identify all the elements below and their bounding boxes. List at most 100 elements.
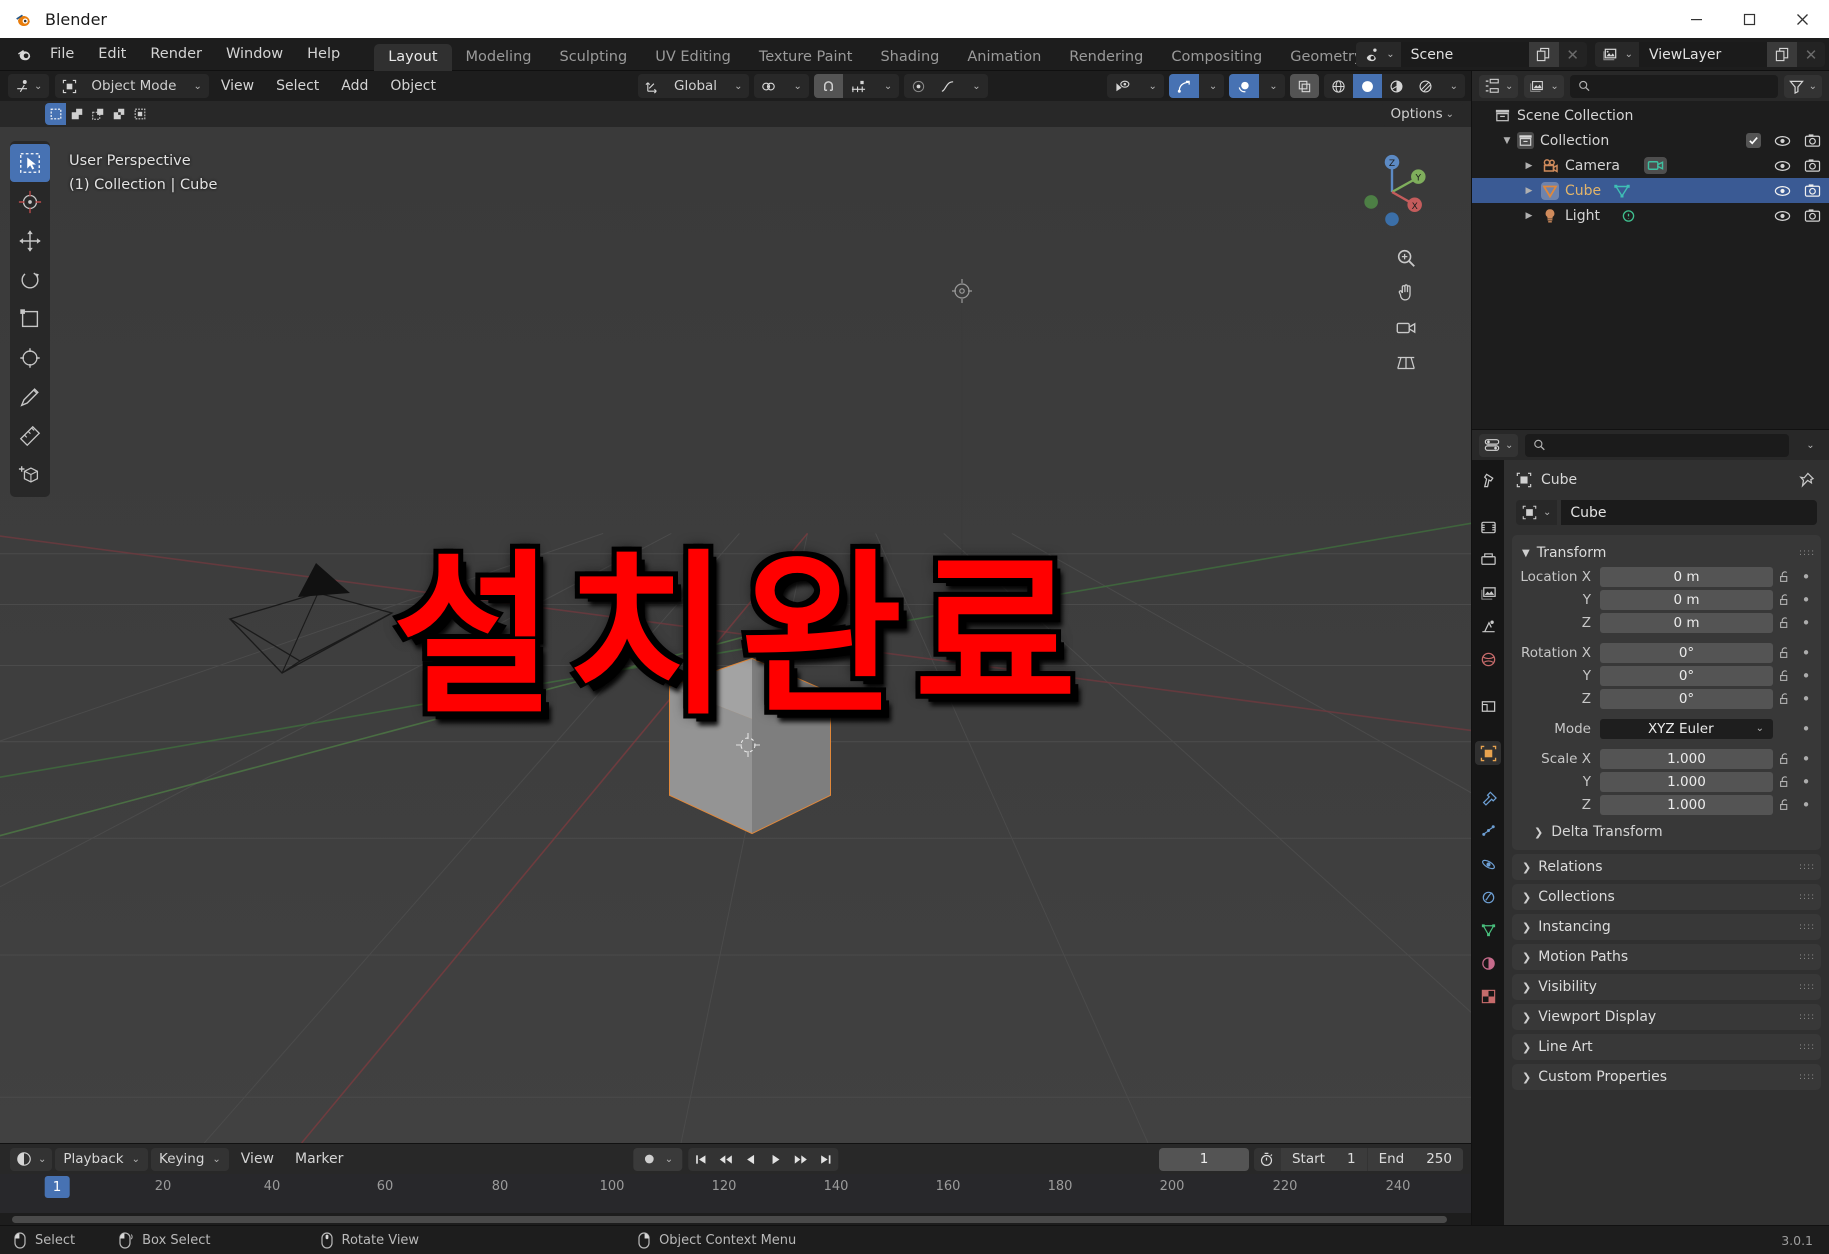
select-mode-subtract[interactable]	[87, 103, 108, 125]
menu-render[interactable]: Render	[139, 43, 213, 65]
tab-texture-paint[interactable]: Texture Paint	[745, 44, 867, 71]
transform-orientation-selector[interactable]: Global ⌄	[637, 74, 750, 98]
pivot-point-icon[interactable]	[754, 74, 783, 98]
tab-render-icon[interactable]	[1475, 515, 1501, 539]
select-mode-group[interactable]	[45, 103, 150, 125]
tab-world-icon[interactable]	[1475, 647, 1501, 671]
transform-orientation-label[interactable]: Global	[667, 74, 724, 98]
timeline-menu-marker[interactable]: Marker	[286, 1148, 352, 1170]
panel-custom-properties[interactable]: ❯ Custom Properties ::::	[1512, 1064, 1821, 1090]
next-keyframe-button[interactable]	[788, 1148, 813, 1171]
panel-instancing-header[interactable]: ❯ Instancing ::::	[1512, 914, 1821, 940]
location-y-field[interactable]: 0 m	[1600, 589, 1773, 610]
select-mode-extend[interactable]	[66, 103, 87, 125]
tab-material-icon[interactable]	[1475, 951, 1501, 975]
lock-icon[interactable]	[1773, 616, 1797, 630]
tab-view-layer-icon[interactable]	[1475, 581, 1501, 605]
play-reverse-button[interactable]	[738, 1148, 763, 1171]
x-icon[interactable]: ✕	[1797, 42, 1825, 67]
camera-icon[interactable]	[1804, 208, 1821, 223]
prev-keyframe-button[interactable]	[713, 1148, 738, 1171]
viewlayer-selector[interactable]: ⌄ ViewLayer ✕	[1594, 42, 1825, 67]
duplicate-icon[interactable]	[1528, 42, 1559, 67]
rotation-z-field[interactable]: 0°	[1600, 688, 1773, 709]
lock-icon[interactable]	[1773, 669, 1797, 683]
chevron-down-icon[interactable]: ⌄	[1440, 74, 1465, 98]
show-gizmo-icon[interactable]	[1107, 74, 1138, 98]
timeline-editor-icon[interactable]: ⌄	[10, 1147, 53, 1171]
annotate-icon[interactable]	[10, 378, 50, 416]
transform-icon[interactable]	[10, 339, 50, 377]
id-type-filter-icon[interactable]: ⌄	[1524, 74, 1564, 98]
object-type-icon[interactable]: ⌄	[1516, 500, 1558, 525]
close-icon[interactable]	[1776, 0, 1829, 38]
location-z-field[interactable]: 0 m	[1600, 612, 1773, 633]
chevron-down-icon[interactable]: ▼	[1500, 136, 1514, 146]
editor-type-selector[interactable]: ⌄	[8, 74, 50, 98]
tab-tool-icon[interactable]	[1475, 468, 1501, 492]
gizmo-icon[interactable]	[1168, 74, 1199, 98]
viewport-menu-select[interactable]: Select	[266, 75, 329, 97]
animate-dot-icon[interactable]: •	[1797, 569, 1815, 584]
camera-icon[interactable]	[1804, 158, 1821, 173]
xray-toggle[interactable]	[1289, 74, 1319, 98]
duplicate-icon[interactable]	[1767, 42, 1797, 67]
tab-layout[interactable]: Layout	[374, 43, 452, 71]
pin-icon[interactable]	[1798, 472, 1815, 489]
animate-dot-icon[interactable]: •	[1797, 592, 1815, 607]
rotation-mode-dropdown[interactable]: XYZ Euler ⌄	[1600, 718, 1773, 739]
panel-collections[interactable]: ❯ Collections ::::	[1512, 884, 1821, 910]
lock-icon[interactable]	[1773, 752, 1797, 766]
light-data-icon[interactable]	[1620, 208, 1637, 224]
scene-icon[interactable]: ⌄	[1356, 42, 1401, 67]
lock-icon[interactable]	[1773, 593, 1797, 607]
panel-viewport-display-header[interactable]: ❯ Viewport Display ::::	[1512, 1004, 1821, 1030]
shading-solid-icon[interactable]	[1352, 74, 1382, 98]
panel-custom-properties-header[interactable]: ❯ Custom Properties ::::	[1512, 1064, 1821, 1090]
animate-dot-icon[interactable]: •	[1797, 751, 1815, 766]
viewlayer-name[interactable]: ViewLayer	[1639, 42, 1767, 67]
lock-icon[interactable]	[1773, 692, 1797, 706]
chevron-right-icon[interactable]: ▶	[1522, 186, 1536, 196]
eye-icon[interactable]	[1774, 184, 1791, 198]
tab-physics-icon[interactable]	[1475, 852, 1501, 876]
tab-modifiers-icon[interactable]	[1475, 786, 1501, 810]
minimize-icon[interactable]	[1670, 0, 1723, 38]
scale-icon[interactable]	[10, 300, 50, 338]
outliner-row-camera[interactable]: ▶ Camera	[1472, 153, 1829, 178]
shading-rendered-icon[interactable]	[1411, 74, 1440, 98]
panel-visibility-header[interactable]: ❯ Visibility ::::	[1512, 974, 1821, 1000]
timeline-scrollbar[interactable]	[12, 1216, 1447, 1223]
chevron-down-icon[interactable]: ⌄	[874, 74, 899, 98]
panel-motion-paths-header[interactable]: ❯ Motion Paths ::::	[1512, 944, 1821, 970]
properties-search-input[interactable]	[1525, 433, 1789, 457]
viewport-3d[interactable]: User Perspective (1) Collection | Cube Z…	[0, 127, 1471, 1143]
rotation-y-field[interactable]: 0°	[1600, 665, 1773, 686]
eye-icon[interactable]	[1774, 209, 1791, 223]
viewport-menu-add[interactable]: Add	[331, 75, 378, 97]
tab-compositing[interactable]: Compositing	[1157, 44, 1276, 71]
auto-keying-toggle[interactable]: ⌄	[632, 1147, 683, 1171]
tab-particles-icon[interactable]	[1475, 819, 1501, 843]
tab-rendering[interactable]: Rendering	[1055, 44, 1157, 71]
viewport-options-button[interactable]: Options ⌄	[1381, 102, 1463, 126]
panel-transform-header[interactable]: ▼ Transform ::::	[1512, 540, 1821, 566]
lock-icon[interactable]	[1773, 646, 1797, 660]
panel-instancing[interactable]: ❯ Instancing ::::	[1512, 914, 1821, 940]
shading-wireframe-icon[interactable]	[1324, 74, 1353, 98]
tab-object-data-icon[interactable]	[1475, 918, 1501, 942]
jump-to-start-button[interactable]	[688, 1148, 713, 1171]
viewlayer-icon[interactable]: ⌄	[1594, 42, 1639, 67]
maximize-icon[interactable]	[1723, 0, 1776, 38]
animate-dot-icon[interactable]: •	[1797, 691, 1815, 706]
blender-menu-icon[interactable]	[12, 43, 38, 65]
animate-dot-icon[interactable]: •	[1797, 615, 1815, 630]
animate-dot-icon[interactable]: •	[1797, 774, 1815, 789]
end-frame-field[interactable]: End 250	[1367, 1147, 1463, 1171]
viewport-menu-object[interactable]: Object	[380, 75, 446, 97]
mode-selector[interactable]: Object Mode ⌄	[55, 74, 209, 98]
tab-sculpting[interactable]: Sculpting	[545, 44, 641, 71]
outliner-display-mode-icon[interactable]: ⌄	[1479, 74, 1519, 98]
chevron-down-icon[interactable]: ⌄	[783, 74, 808, 98]
tab-animation[interactable]: Animation	[953, 44, 1055, 71]
